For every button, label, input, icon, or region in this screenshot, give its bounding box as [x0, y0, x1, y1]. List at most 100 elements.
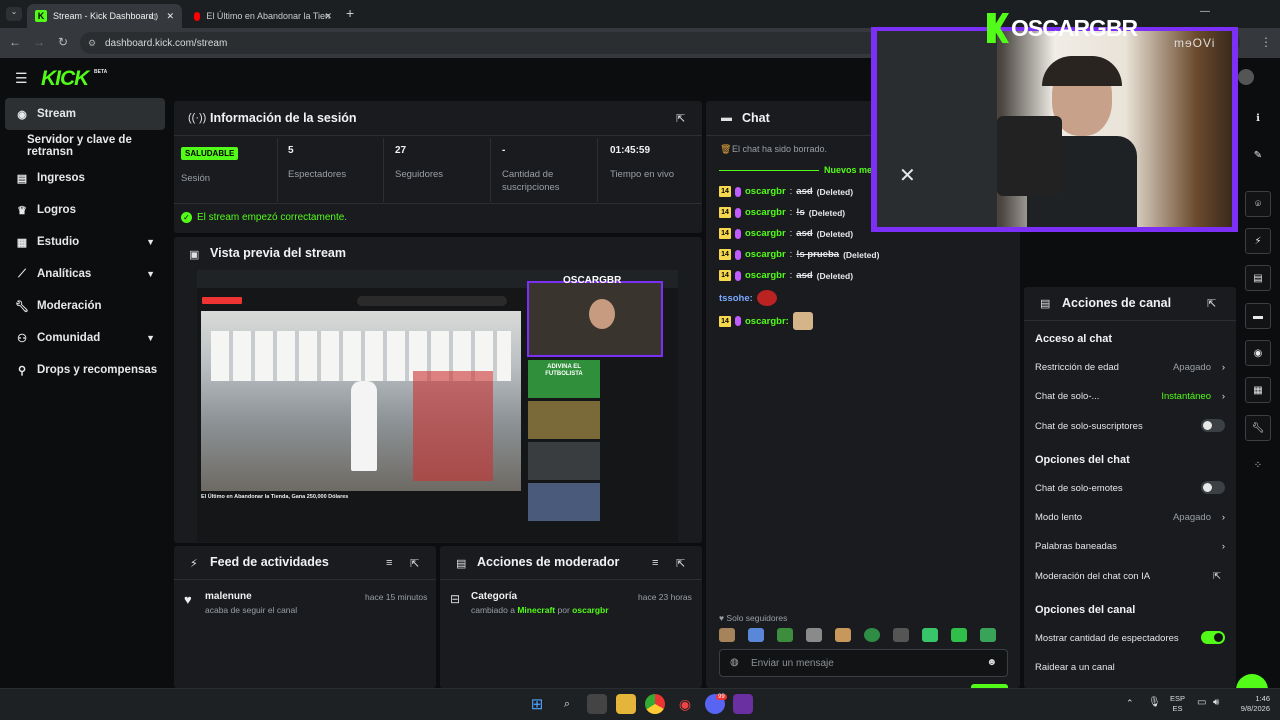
hamburger-menu-icon[interactable]: ☰ — [15, 70, 28, 87]
emote-icon[interactable] — [922, 628, 938, 642]
document-icon[interactable]: ▤ — [1245, 265, 1271, 291]
row-show-viewers[interactable]: Mostrar cantidad de espectadores — [1035, 631, 1225, 644]
chat-message[interactable]: 14 oscargbr: !s (Deleted) — [719, 207, 845, 218]
chat-username[interactable]: oscargbr — [745, 186, 786, 197]
emote-icon[interactable] — [777, 628, 793, 642]
new-tab-button[interactable]: + — [346, 5, 354, 21]
back-icon[interactable]: ← — [7, 35, 23, 49]
chat-username[interactable]: oscargbr — [745, 228, 786, 239]
mug — [997, 116, 1062, 196]
chat-message[interactable]: 14 oscargbr: — [719, 312, 813, 330]
emote-icon[interactable] — [719, 628, 735, 642]
file-explorer-icon[interactable] — [616, 694, 636, 714]
emote-icon[interactable] — [893, 628, 909, 642]
feed-user[interactable]: malenune — [205, 591, 252, 602]
chrome-icon[interactable] — [645, 694, 665, 714]
emote-icon[interactable] — [748, 628, 764, 642]
browser-menu-icon[interactable]: ⋮ — [1258, 35, 1274, 49]
camera-focus-icon[interactable]: ⌾ — [1245, 191, 1271, 217]
add-widget-icon[interactable]: ⁘ — [1245, 452, 1271, 478]
filter-icon[interactable]: ≡ — [386, 557, 392, 569]
chat-username[interactable]: oscargbr: — [745, 316, 789, 327]
emote-icon[interactable] — [835, 628, 851, 642]
sidebar-item-estudio[interactable]: ▦ Estudio ▼ — [5, 226, 165, 258]
row-raid[interactable]: Raidear a un canal — [1035, 662, 1225, 673]
tray-chevron-icon[interactable]: ⌃ — [1126, 698, 1134, 709]
lightning-icon[interactable]: ⚡︎ — [1245, 228, 1271, 254]
wrench-icon[interactable]: 🔧︎ — [1245, 415, 1271, 441]
sidebar-item-stream[interactable]: ◉ Stream — [5, 98, 165, 130]
sidebar-item-analiticas[interactable]: ⟋ Analíticas ▼ — [5, 258, 165, 290]
mod-action-time: hace 23 horas — [638, 592, 692, 602]
layout-icon[interactable]: ▦ — [1245, 377, 1271, 403]
task-view-icon[interactable] — [587, 694, 607, 714]
row-subscribers-only[interactable]: Chat de solo-suscriptores — [1035, 419, 1225, 432]
row-banned-words[interactable]: Palabras baneadas › — [1035, 541, 1225, 552]
app-icon[interactable] — [733, 694, 753, 714]
chat-input[interactable]: ◍ Enviar un mensaje ☻ — [719, 649, 1008, 677]
row-ai-moderation[interactable]: Moderación del chat con IA ⇱ — [1035, 571, 1225, 582]
audio-icon[interactable]: ◁) — [149, 12, 158, 21]
emoji-icon[interactable]: ☻ — [986, 657, 997, 668]
emote-icon[interactable] — [864, 628, 880, 642]
row-age-restriction[interactable]: Restricción de edad Apagado › — [1035, 362, 1225, 373]
broadcast-icon[interactable]: ◉ — [1245, 340, 1271, 366]
chat-username[interactable]: oscargbr — [745, 207, 786, 218]
tab-close-icon[interactable]: ✕ — [324, 11, 332, 22]
site-info-icon[interactable]: ⚙ — [88, 38, 96, 49]
edit-icon[interactable]: ✎ — [1245, 142, 1271, 168]
obs-icon[interactable]: ◉ — [675, 694, 695, 714]
chat-message[interactable]: 14 oscargbr: asd (Deleted) — [719, 186, 853, 197]
emote-icon[interactable] — [951, 628, 967, 642]
row-label: Palabras baneadas — [1035, 541, 1117, 552]
clock[interactable]: 1:46 9/8/2026 — [1232, 694, 1270, 714]
sidebar-item-moderacion[interactable]: 🔧︎ Moderación — [5, 290, 165, 322]
popout-icon[interactable]: ⇱ — [1207, 297, 1216, 310]
stream-preview-video[interactable]: El Último en Abandonar la Tienda, Gana 2… — [197, 270, 678, 542]
chat-username[interactable]: tssohe: — [719, 293, 753, 304]
chat-bubble-icon[interactable]: ▬ — [1245, 303, 1271, 329]
windows-start-icon[interactable]: ⊞ — [527, 694, 547, 714]
show-viewers-toggle[interactable] — [1201, 631, 1225, 644]
minimize-icon[interactable]: — — [1200, 6, 1210, 17]
emote-icon[interactable] — [980, 628, 996, 642]
sidebar-item-server-key[interactable]: Servidor y clave de retransn — [5, 130, 165, 162]
network-icon[interactable]: ▭ — [1197, 697, 1206, 708]
chat-username[interactable]: oscargbr — [745, 270, 786, 281]
emote-icon[interactable] — [806, 628, 822, 642]
tab-list-icon[interactable]: ⌄ — [6, 7, 22, 21]
sidebar-item-drops[interactable]: ⚲ Drops y recompensas — [5, 354, 165, 386]
avatar[interactable] — [1238, 69, 1254, 85]
popout-icon[interactable]: ⇱ — [676, 112, 685, 125]
language-indicator[interactable]: ESP ES — [1170, 694, 1185, 714]
sidebar-item-comunidad[interactable]: ⚇ Comunidad ▼ — [5, 322, 165, 354]
tab-youtube-video[interactable]: El Último en Abandonar la Tien ✕ — [186, 4, 338, 28]
popout-icon[interactable]: ⇱ — [410, 557, 419, 570]
kick-logo[interactable]: KICK — [41, 67, 89, 91]
row-solo-mode[interactable]: Chat de solo-... Instantáneo › — [1035, 391, 1225, 402]
volume-icon[interactable]: 🔊︎ — [1213, 697, 1219, 708]
subscribers-only-toggle[interactable] — [1201, 419, 1225, 432]
chat-message[interactable]: 14 oscargbr: asd (Deleted) — [719, 270, 853, 281]
chat-message[interactable]: 14 oscargbr: asd (Deleted) — [719, 228, 853, 239]
tab-kick-dashboard[interactable]: K Stream - Kick Dashboard ◁) ✕ — [27, 4, 182, 28]
sidebar-item-logros[interactable]: ♛ Logros — [5, 194, 165, 226]
forward-icon[interactable]: → — [31, 35, 47, 49]
tab-close-icon[interactable]: ✕ — [166, 11, 174, 22]
sidebar-item-ingresos[interactable]: ▤ Ingresos — [5, 162, 165, 194]
chat-message[interactable]: 14 oscargbr: !s prueba (Deleted) — [719, 249, 879, 260]
filter-icon[interactable]: ≡ — [652, 557, 658, 569]
emotes-only-toggle[interactable] — [1201, 481, 1225, 494]
chat-username[interactable]: oscargbr — [745, 249, 786, 260]
info-icon[interactable]: ℹ — [1245, 105, 1271, 131]
row-slow-mode[interactable]: Modo lento Apagado › — [1035, 512, 1225, 523]
mod-action-value[interactable]: Minecraft — [517, 605, 555, 615]
webcam-channel-name: OSCARGBR — [1011, 15, 1138, 41]
mic-icon[interactable]: 🎙︎ — [1148, 697, 1161, 708]
popout-icon[interactable]: ⇱ — [676, 557, 685, 570]
row-emotes-only[interactable]: Chat de solo-emotes — [1035, 481, 1225, 494]
reload-icon[interactable]: ↻ — [55, 35, 71, 49]
search-icon[interactable]: ⌕ — [557, 694, 577, 714]
chat-message[interactable]: tssohe: — [719, 290, 777, 306]
mod-action-user[interactable]: oscargbr — [572, 605, 608, 615]
